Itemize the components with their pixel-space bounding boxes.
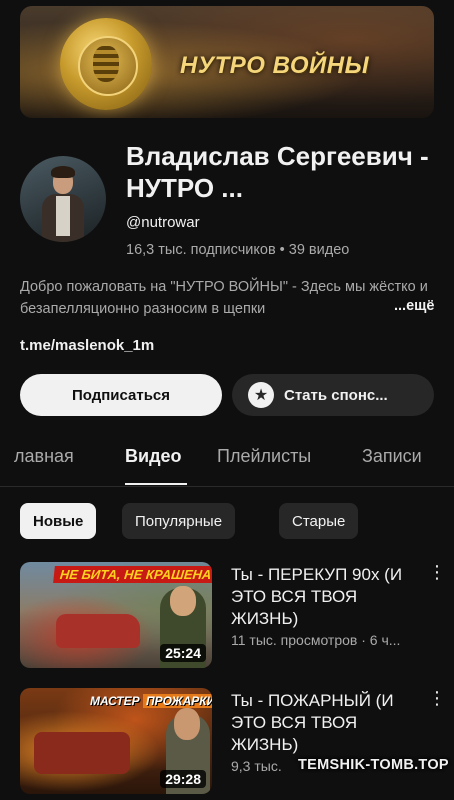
- chip-oldest[interactable]: Старые: [279, 503, 359, 539]
- tab-videos[interactable]: Видео: [125, 446, 182, 467]
- video-title[interactable]: Ты - ПОЖАРНЫЙ (И ЭТО ВСЯ ТВОЯ ЖИЗНЬ): [231, 690, 419, 756]
- grenade-emblem-logo: [60, 18, 152, 110]
- face-graphic: [170, 586, 196, 616]
- video-title[interactable]: Ты - ПЕРЕКУП 90х (И ЭТО ВСЯ ТВОЯ ЖИЗНЬ): [231, 564, 419, 630]
- more-vert-icon[interactable]: ⋮: [428, 688, 446, 709]
- star-icon: ★: [248, 382, 274, 408]
- tab-home[interactable]: лавная: [14, 446, 74, 467]
- channel-banner: НУТРО ВОЙНЫ: [20, 6, 434, 118]
- thumbnail-headline-part-a: МАСТЕР: [90, 694, 140, 708]
- chip-popular[interactable]: Популярные: [122, 503, 236, 539]
- video-duration: 29:28: [160, 770, 206, 788]
- video-meta: 11 тыс. просмотров · 6 ч...: [231, 632, 401, 648]
- car-graphic: [56, 614, 140, 648]
- more-vert-icon[interactable]: ⋮: [428, 562, 446, 583]
- channel-name: Владислав Сергеевич - НУТРО ...: [126, 141, 429, 203]
- channel-external-link[interactable]: t.me/maslenok_1m: [20, 337, 154, 354]
- thumbnail-headline-part-b: ПРОЖАРКИ: [142, 694, 212, 708]
- thumbnail-headline: МАСТЕР ПРОЖАРКИ: [90, 694, 212, 708]
- face-graphic: [174, 708, 200, 740]
- video-thumbnail[interactable]: НЕ БИТА, НЕ КРАШЕНА 25:24: [20, 562, 212, 668]
- video-duration: 25:24: [160, 644, 206, 662]
- channel-avatar[interactable]: [20, 156, 106, 242]
- chip-label: Популярные: [135, 512, 223, 530]
- subscribe-label: Подписаться: [71, 386, 171, 404]
- video-thumbnail[interactable]: МАСТЕР ПРОЖАРКИ 29:28: [20, 688, 212, 794]
- banner-title: НУТРО ВОЙНЫ: [180, 52, 370, 79]
- subscribe-button[interactable]: Подписаться: [20, 374, 222, 416]
- tab-playlists[interactable]: Плейлисты: [217, 446, 311, 467]
- description-more-link[interactable]: ...ещё: [368, 298, 435, 314]
- chip-label: Новые: [33, 512, 84, 530]
- sponsor-label: Стать спонс...: [284, 386, 388, 404]
- chip-label: Старые: [292, 512, 346, 530]
- sponsor-button[interactable]: ★ Стать спонс...: [232, 374, 434, 416]
- chip-newest[interactable]: Новые: [20, 503, 97, 539]
- thumbnail-headline: НЕ БИТА, НЕ КРАШЕНА: [53, 566, 212, 583]
- channel-tabs: лавная Видео Плейлисты Записи: [0, 436, 454, 487]
- channel-handle: @nutrowar: [126, 214, 200, 231]
- fire-truck-graphic: [34, 732, 130, 774]
- channel-stats: 16,3 тыс. подписчиков • 39 видео: [126, 242, 350, 258]
- watermark: TEMSHIK-TOMB.TOP: [298, 757, 449, 773]
- tab-posts[interactable]: Записи: [362, 446, 422, 467]
- active-tab-indicator: [125, 483, 187, 485]
